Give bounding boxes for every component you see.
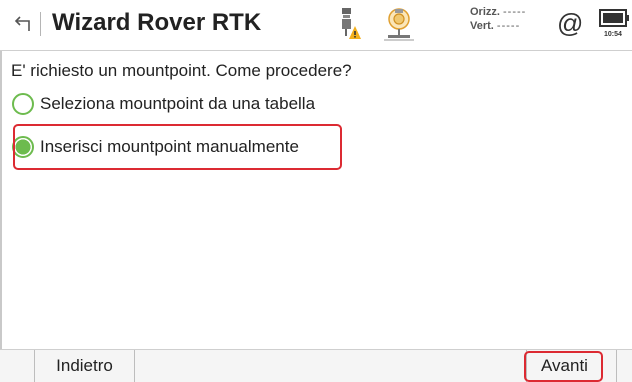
window-left-edge — [0, 0, 2, 382]
footer-separator — [616, 350, 617, 382]
highlight-box-next — [524, 351, 603, 382]
prompt-text: E' richiesto un mountpoint. Come procede… — [11, 61, 352, 80]
back-arrow-icon — [14, 16, 30, 31]
gps-antenna-warning-icon — [342, 8, 361, 39]
back-button[interactable] — [12, 13, 34, 35]
page-title: Wizard Rover RTK — [52, 9, 262, 36]
total-station-button[interactable] — [382, 6, 416, 42]
at-icon[interactable]: @ — [557, 8, 583, 39]
radio-button-unselected[interactable] — [12, 93, 34, 115]
title-bar: Wizard Rover RTK Orizz. ----- Vert. ----… — [0, 0, 632, 50]
option-select-from-table[interactable]: Seleziona mountpoint da una tabella — [12, 88, 315, 120]
horizontal-precision-value: ----- — [503, 6, 527, 18]
precision-readout: Orizz. ----- Vert. ----- — [470, 5, 526, 33]
header-divider — [0, 50, 632, 51]
total-station-icon — [384, 8, 414, 41]
highlight-box-option — [13, 124, 342, 170]
title-separator — [40, 12, 41, 36]
vertical-precision-label: Vert. — [470, 20, 494, 32]
battery-indicator[interactable] — [598, 8, 632, 44]
battery-icon — [599, 9, 629, 27]
gps-status-button[interactable] — [333, 6, 361, 42]
option-label: Seleziona mountpoint da una tabella — [40, 94, 316, 113]
vertical-precision-value: ----- — [496, 20, 521, 32]
footer-separator — [134, 350, 135, 382]
clock: 10:54 — [604, 31, 622, 38]
horizontal-precision-label: Orizz. — [470, 6, 500, 18]
back-button-footer[interactable]: Indietro — [35, 350, 134, 382]
